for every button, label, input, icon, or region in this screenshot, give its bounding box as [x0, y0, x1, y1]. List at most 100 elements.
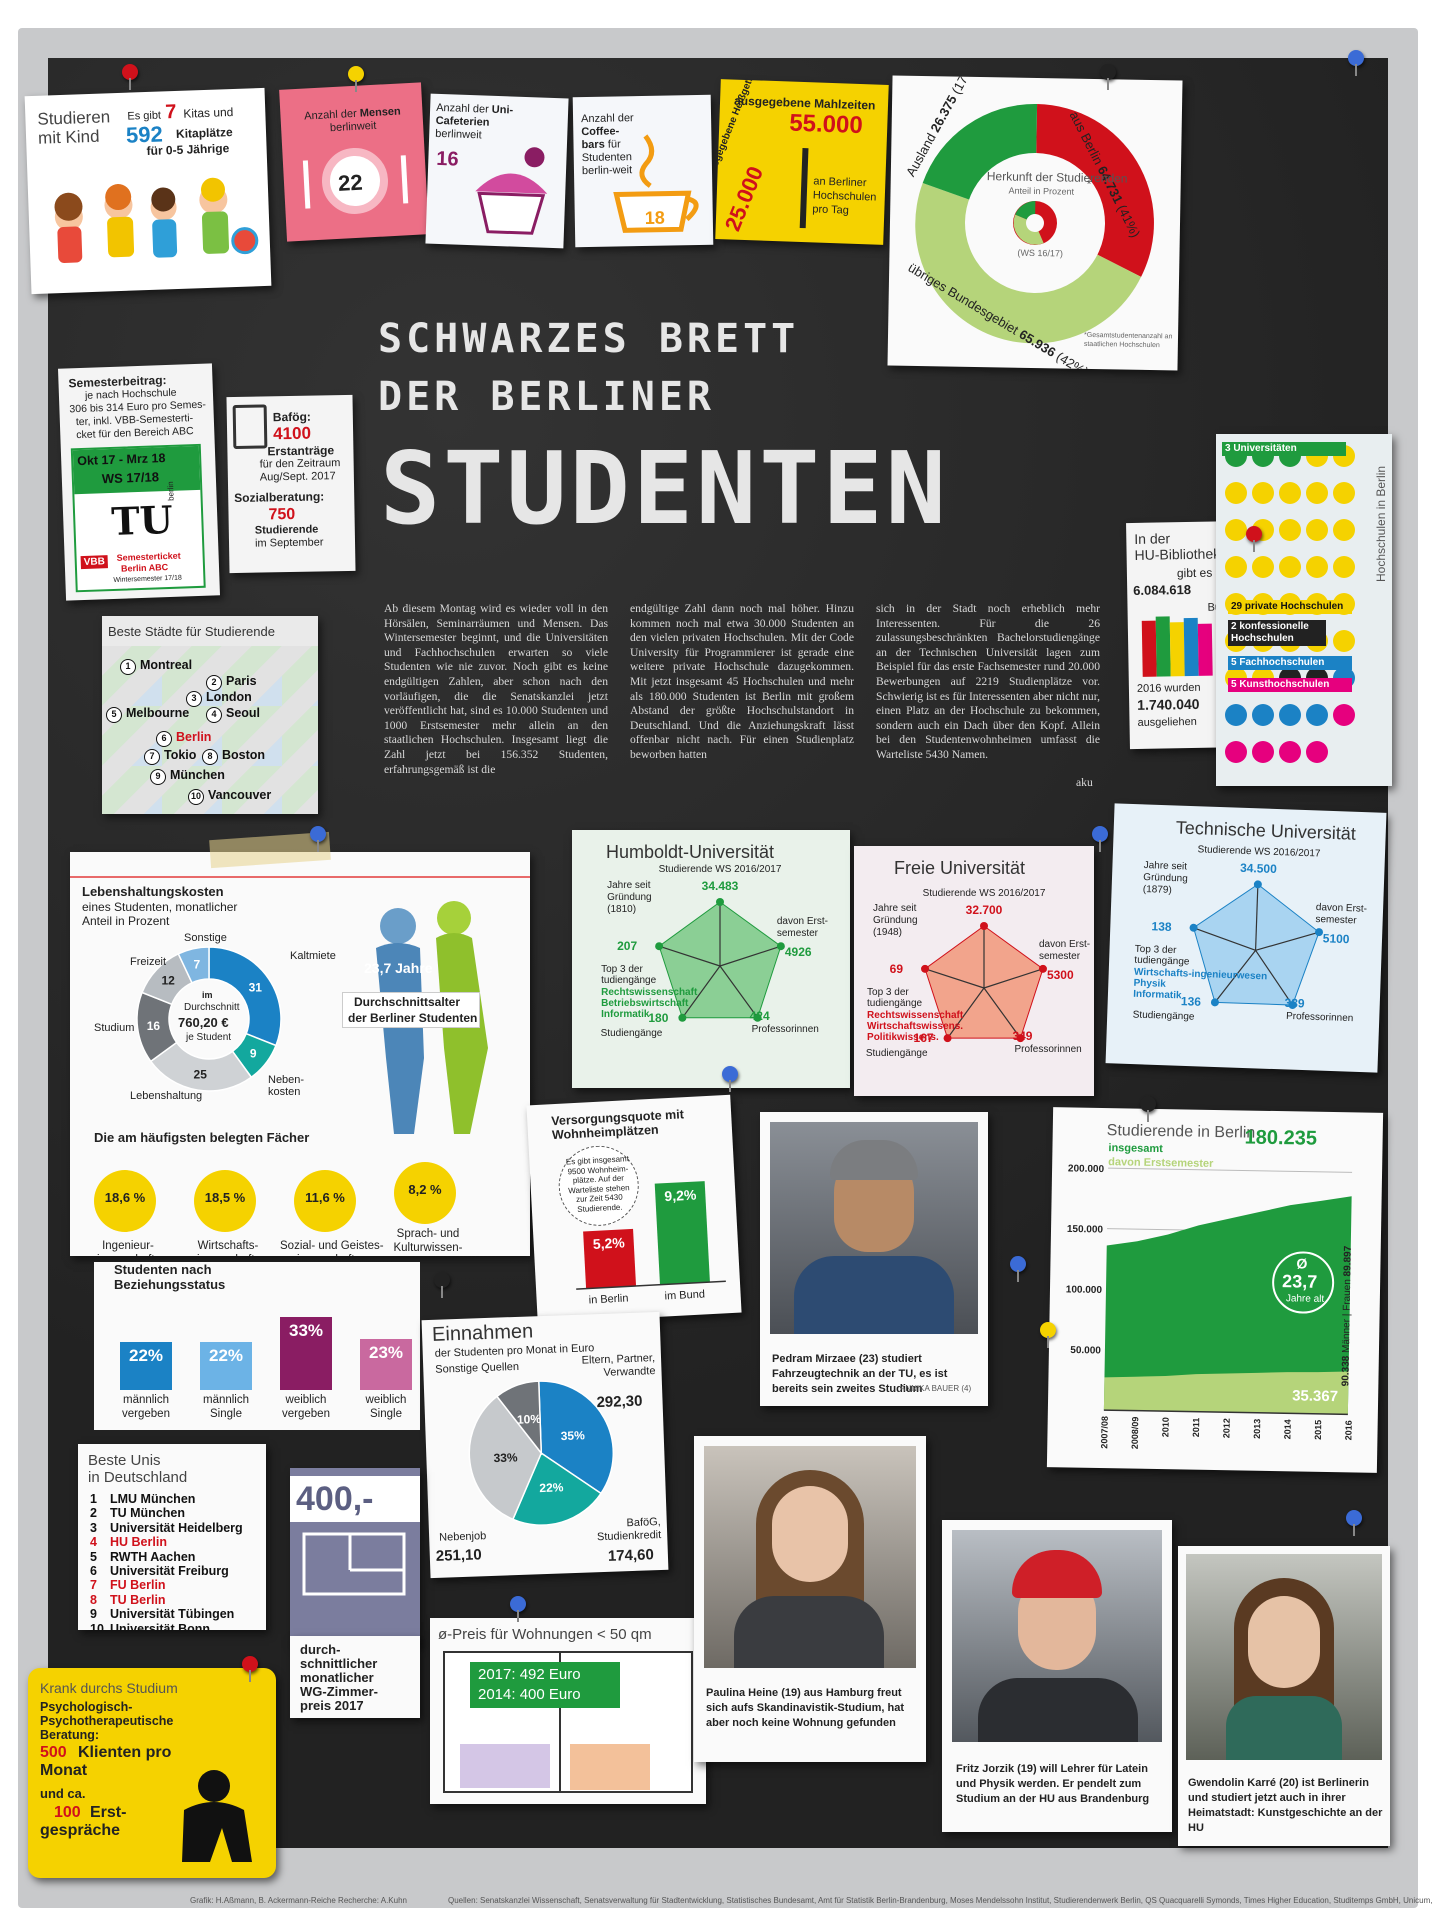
city-name: Paris	[226, 674, 257, 688]
mahlzeiten-value: 55.000	[788, 109, 864, 140]
hochschule-dot	[1279, 556, 1301, 578]
heissgetraenke-value: 25.000	[719, 162, 769, 235]
slice-label: 22%	[539, 1480, 564, 1495]
yellow-pin	[348, 66, 364, 92]
frauen-value: 89.897	[1342, 1245, 1354, 1277]
mensen-label-bold: Mensen	[359, 105, 402, 120]
paulina-photo	[704, 1446, 916, 1668]
fritz-jacket	[978, 1678, 1138, 1742]
radar-label: Studiengänge	[1133, 1009, 1196, 1022]
bafoeg-title: Bafög:	[272, 409, 311, 425]
city-item: 9 München	[150, 768, 225, 785]
lebenshaltung-center-1: im	[202, 990, 213, 1000]
first-label: 35.367	[1292, 1387, 1339, 1406]
hochschulen-label: 2 konfessionelle Hochschulen	[1228, 620, 1326, 646]
humboldt-radar: Studierende WS 2016/2017 34.483 davon Erst…	[601, 864, 828, 1039]
hochschule-dot	[1279, 704, 1301, 726]
fu-radar: Studierende WS 2016/2017 32.700 davon Erst…	[866, 888, 1090, 1059]
radar-label: Jahre seit	[873, 903, 917, 914]
ticket-name-2: Berlin ABC	[120, 562, 169, 574]
radar-point	[716, 898, 724, 906]
black-pin	[434, 1272, 450, 1298]
cafeterien-label-pre: Anzahl der	[435, 101, 489, 116]
uni-rank: 4	[90, 1535, 97, 1550]
lebenshaltung-center-4: je Student	[186, 1032, 232, 1043]
radar-label: semester	[1039, 951, 1081, 962]
hochschule-dot	[1279, 741, 1301, 763]
city-name: Melbourne	[126, 706, 190, 720]
city-item: 5 Melbourne	[106, 706, 189, 723]
uni-rank: 1	[90, 1492, 97, 1506]
yellow-pin	[1040, 1322, 1056, 1348]
wg-label-note: durch- schnittlicher monatlicher WG-Zimm…	[290, 1636, 420, 1718]
city-item: 8 Boston	[202, 748, 265, 765]
gwendolin-photo	[1186, 1554, 1382, 1760]
city-item: 10 Vancouver	[188, 788, 271, 805]
uni-name: TU Berlin	[110, 1592, 166, 1607]
tu-note: Technische Universität Studierende WS 20…	[1105, 803, 1387, 1073]
slice-label: 33%	[493, 1450, 518, 1465]
hochschulen-label: 3 Universitäten	[1222, 442, 1346, 456]
fach-label: Kulturwissen-	[393, 1242, 463, 1254]
uni-item: 7 FU Berlin	[90, 1578, 262, 1592]
radar-top: Rechtswissenschaft	[601, 987, 698, 998]
paulina-portrait	[772, 1486, 848, 1582]
unis-title-1: Beste Unis	[88, 1452, 161, 1469]
uni-item: 8 TU Berlin	[90, 1593, 262, 1607]
beratung-l2: im September	[254, 536, 324, 550]
bar-label: weiblich	[365, 1394, 407, 1406]
slice	[208, 946, 282, 1047]
uni-name: TU München	[110, 1506, 185, 1521]
radar-label: davon Erst-	[777, 916, 828, 927]
fach-label: wissenschaften	[180, 1254, 276, 1256]
hochschulen-note: Hochschulen in Berlin 3 Universitäten 29 …	[1216, 434, 1392, 786]
slice-label: 12	[161, 974, 175, 988]
fritz-beanie	[1012, 1550, 1102, 1598]
fach-pct: 8,2 %	[408, 1182, 442, 1197]
wg-l4: WG-Zimmer-	[300, 1684, 378, 1699]
fork-icon	[799, 148, 809, 229]
books-icon	[1141, 616, 1213, 677]
herkunft-note-ws: (WS 16/17)	[1017, 247, 1064, 259]
pedram-photo-note: Pedram Mirzaee (23) studiert Fahrzeugtec…	[760, 1112, 988, 1406]
hochschule-dot	[1225, 519, 1247, 541]
city-name: Seoul	[226, 706, 261, 720]
radar-top: Politikwissens.	[867, 1032, 939, 1043]
krank-l1: Psychologisch-	[40, 1700, 133, 1714]
library-value: 6.084.618	[1133, 581, 1192, 598]
library-l1: In der	[1134, 530, 1171, 547]
uni-list: 1 LMU München 2 TU München 3 Universität Heid…	[90, 1492, 262, 1630]
hochschule-dot	[1333, 630, 1355, 652]
blue-pin	[310, 826, 326, 852]
uni-name: LMU München	[110, 1492, 196, 1506]
krank-l4: Klienten pro	[78, 1744, 172, 1761]
hochschule-dot	[1252, 704, 1274, 726]
ticket-ws: WS 17/18	[101, 469, 160, 487]
slice-label: 16	[147, 1019, 161, 1033]
einnahmen-note: Einnahmen der Studenten pro Monat in Eur…	[421, 1311, 669, 1579]
uni-item: 6 Universität Freiburg	[90, 1564, 262, 1578]
label-sonstige: Sonstige	[184, 932, 227, 944]
radar-label: (1810)	[607, 904, 636, 915]
unis-title-2: in Deutschland	[88, 1469, 188, 1486]
city-name: Montreal	[140, 658, 193, 672]
radar-label: davon Erst-	[1316, 902, 1367, 915]
radar-point	[678, 1013, 687, 1022]
city-item: 4 Seoul	[206, 706, 260, 723]
city-rank: 1	[120, 659, 136, 675]
alter-label-2: der Berliner Studenten	[348, 1011, 478, 1025]
slice-label: 7	[193, 957, 200, 971]
versorgung-note: Versorgungsquote mit Wohnheimplätzen Es …	[526, 1094, 742, 1324]
tu-radar: Studierende WS 2016/2017 34.500 davon Erst…	[1133, 844, 1368, 1024]
radar-label: (1879)	[1143, 884, 1172, 896]
krank-l6: und ca.	[40, 1786, 86, 1801]
uni-item: 3 Universität Heidelberg	[90, 1521, 262, 1535]
lebenshaltung-center-2: Durchschnitt	[184, 1002, 240, 1013]
wg-l2: schnittlicher	[300, 1656, 378, 1671]
uni-name: FU Berlin	[110, 1578, 166, 1593]
fritz-photo	[952, 1530, 1162, 1742]
sad-person-icon	[182, 1770, 252, 1862]
mensen-label: Anzahl der Mensen berlinweit	[288, 105, 417, 138]
blue-pin	[510, 1596, 526, 1622]
ticket-sub: Wintersemester 17/18	[113, 574, 182, 584]
